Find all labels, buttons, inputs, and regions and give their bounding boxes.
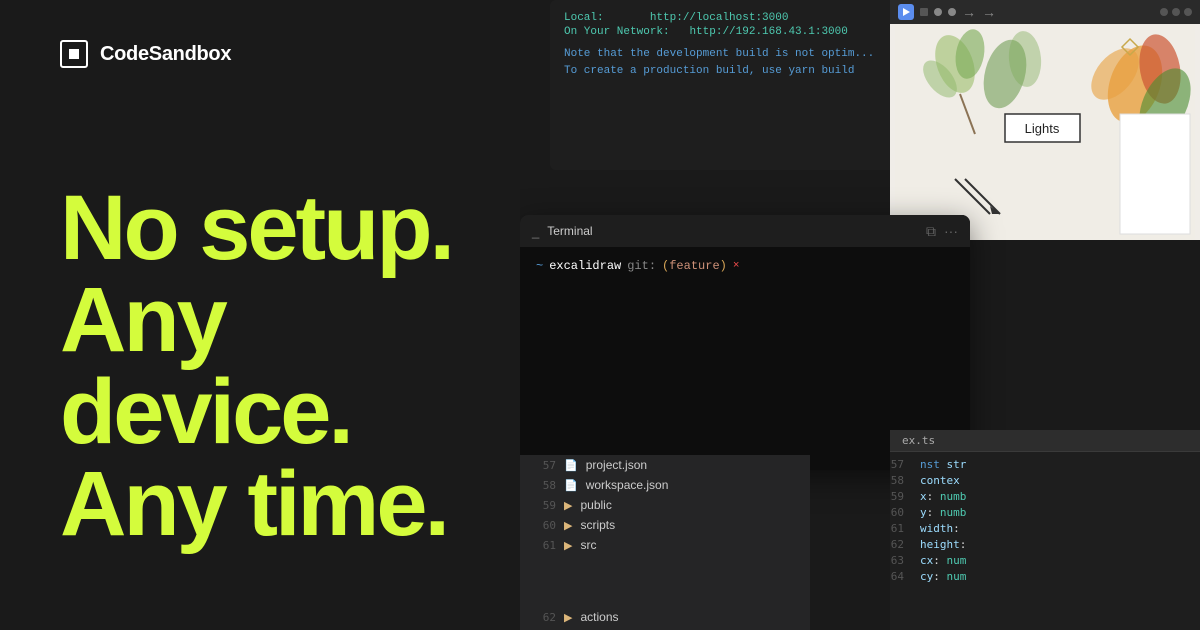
design-toolbar: → → — [890, 0, 1200, 24]
filename-project: project.json — [586, 458, 647, 472]
design-play-icon — [898, 4, 914, 20]
terminal-branch-name: feature — [669, 259, 719, 273]
folder-icon-src: ▶ — [564, 539, 572, 552]
terminal-prompt-icon: _ — [532, 224, 539, 239]
toolbar-right-dot3 — [1184, 8, 1192, 16]
terminal-titlebar: _ Terminal ⧉ ··· — [520, 215, 970, 247]
botanical-svg: Lights — [890, 24, 1200, 240]
network-label: On Your Network: — [564, 26, 670, 38]
left-panel: CodeSandbox No setup. Any device. Any ti… — [0, 0, 580, 630]
foldername-scripts: scripts — [580, 518, 615, 532]
file-tree-item-scripts[interactable]: 60 ▶ scripts — [520, 515, 810, 535]
file-tree-item-actions[interactable]: 62 ▶ actions — [520, 604, 635, 630]
code-line-64: 64 cy: num — [890, 568, 1200, 584]
logo-icon — [60, 40, 88, 68]
code-line-59: 59 x: numb — [890, 488, 1200, 504]
filename-workspace: workspace.json — [586, 478, 669, 492]
warn-text1: Note that the development build is not o… — [564, 48, 874, 60]
linenum-59: 59 — [536, 499, 556, 512]
terminal-branch-label: git: — [627, 259, 656, 273]
code-content: width: — [920, 522, 960, 535]
code-content: nst str — [920, 458, 966, 471]
terminal-path: excalidraw — [549, 259, 621, 273]
foldername-actions: actions — [580, 610, 618, 624]
file-doc-icon-2: 📄 — [564, 479, 578, 492]
linenum: 61 — [890, 522, 920, 535]
code-content: x: numb — [920, 490, 966, 503]
linenum-61: 61 — [536, 539, 556, 552]
linenum-58: 58 — [536, 479, 556, 492]
code-panel: ex.ts 57 nst str 58 contex 59 x: numb 60… — [890, 430, 1200, 630]
network-value: http://192.168.43.1:3000 — [689, 26, 847, 38]
terminal-tilde: ~ — [536, 259, 543, 273]
toolbar-arrow1: → — [962, 4, 976, 20]
file-tree-item-workspace[interactable]: 58 📄 workspace.json — [520, 475, 810, 495]
terminal-controls: ⧉ ··· — [926, 223, 958, 240]
linenum-60: 60 — [536, 519, 556, 532]
toolbar-right-controls — [1160, 8, 1192, 16]
warn-code: yarn build — [788, 65, 854, 77]
linenum: 60 — [890, 506, 920, 519]
foldername-src: src — [580, 538, 596, 552]
logo-inner-box — [69, 49, 79, 59]
code-line-62: 62 height: — [890, 536, 1200, 552]
headline: No setup. Any device. Any time. — [60, 182, 520, 550]
toolbar-arrow2: → — [982, 4, 996, 20]
code-content: contex — [920, 474, 960, 487]
code-content: height: — [920, 538, 966, 551]
code-line-63: 63 cx: num — [890, 552, 1200, 568]
terminal-more-icon[interactable]: ··· — [944, 223, 958, 239]
file-tree-item-src[interactable]: 61 ▶ src — [520, 535, 810, 555]
linenum-57: 57 — [536, 459, 556, 472]
code-content: cy: num — [920, 570, 966, 583]
headline-line1: No setup. — [60, 182, 520, 274]
code-line-60: 60 y: numb — [890, 504, 1200, 520]
linenum: 59 — [890, 490, 920, 503]
file-tree-item-project[interactable]: 57 📄 project.json — [520, 455, 810, 475]
linenum: 63 — [890, 554, 920, 567]
terminal-x-mark: × — [733, 260, 740, 272]
headline-line3: Any time. — [60, 458, 520, 550]
folder-icon-public: ▶ — [564, 499, 572, 512]
toolbar-stop — [920, 8, 928, 16]
terminal-body: ~ excalidraw git: (feature) × — [520, 247, 970, 285]
terminal-title-label: Terminal — [547, 224, 592, 238]
design-screenshot: → → — [890, 0, 1200, 240]
right-panel: Local: http://localhost:3000 On Your Net… — [520, 0, 1200, 630]
code-filename: ex.ts — [890, 430, 1200, 452]
local-value: http://localhost:3000 — [650, 12, 789, 24]
linenum: 64 — [890, 570, 920, 583]
toolbar-dot2 — [948, 8, 956, 16]
linenum: 57 — [890, 458, 920, 471]
file-tree-panel: 57 📄 project.json 58 📄 workspace.json 59… — [520, 455, 810, 630]
linenum: 58 — [890, 474, 920, 487]
toolbar-right-dot2 — [1172, 8, 1180, 16]
botanical-illustration: Lights — [890, 24, 1200, 240]
code-line-58: 58 contex — [890, 472, 1200, 488]
toolbar-dot — [934, 8, 942, 16]
folder-icon-actions: ▶ — [564, 611, 572, 624]
warn-text2: To create a production build, use — [564, 65, 788, 77]
headline-line2: Any device. — [60, 274, 520, 458]
design-canvas: Lights — [890, 24, 1200, 240]
code-content: y: numb — [920, 506, 966, 519]
foldername-public: public — [580, 498, 611, 512]
code-lines: 57 nst str 58 contex 59 x: numb 60 y: nu… — [890, 452, 1200, 588]
local-label: Local: — [564, 12, 604, 24]
terminal-expand-icon[interactable]: ⧉ — [926, 223, 936, 240]
folder-icon-scripts: ▶ — [564, 519, 572, 532]
code-line-57: 57 nst str — [890, 456, 1200, 472]
linenum: 62 — [890, 538, 920, 551]
code-content: cx: num — [920, 554, 966, 567]
svg-text:Lights: Lights — [1025, 121, 1060, 136]
logo-area: CodeSandbox — [60, 40, 520, 68]
linenum-62: 62 — [536, 611, 556, 624]
logo-text: CodeSandbox — [100, 43, 231, 66]
toolbar-right-dot1 — [1160, 8, 1168, 16]
file-doc-icon: 📄 — [564, 459, 578, 472]
file-tree-item-public[interactable]: 59 ▶ public — [520, 495, 810, 515]
terminal-prompt-line: ~ excalidraw git: (feature) × — [536, 259, 954, 273]
code-line-61: 61 width: — [890, 520, 1200, 536]
